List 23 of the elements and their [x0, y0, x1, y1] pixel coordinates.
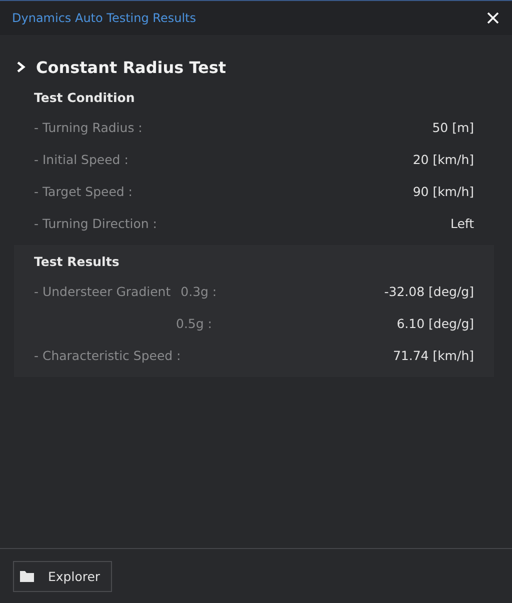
row-value: 71.74 [km/h]: [392, 348, 474, 362]
group-heading: Test Condition: [34, 89, 136, 107]
section-title: Constant Radius Test: [36, 58, 226, 76]
row-sublabel: 0.5g :: [176, 316, 212, 330]
row-value: 50 [m]: [432, 120, 474, 134]
row-label: - Turning Radius :: [34, 120, 142, 134]
window-title: Dynamics Auto Testing Results: [12, 11, 196, 25]
row-label: - Understeer Gradient: [34, 284, 171, 298]
row-value: 20 [km/h]: [412, 152, 474, 166]
row-label: - Turning Direction :: [34, 216, 157, 230]
row-label: - Characteristic Speed :: [34, 348, 181, 362]
row-label: - Initial Speed :: [34, 152, 128, 166]
row-sublabel: 0.3g :: [180, 284, 217, 298]
chevron-icon: [16, 61, 26, 73]
explorer-button[interactable]: Explorer: [13, 560, 112, 592]
row-value: Left: [450, 216, 474, 230]
folder-icon: [20, 570, 34, 582]
row-value: -32.08 [deg/g]: [384, 284, 474, 298]
row-value: 90 [km/h]: [412, 184, 474, 198]
row-label: - Target Speed :: [34, 184, 132, 198]
group-heading: Test Results: [34, 253, 120, 271]
close-icon: [486, 11, 500, 25]
row-value: 6.10 [deg/g]: [396, 316, 474, 330]
